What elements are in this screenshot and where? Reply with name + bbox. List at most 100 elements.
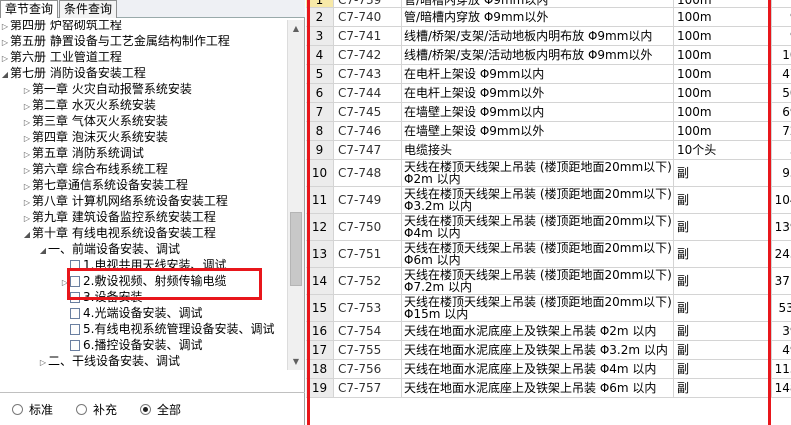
cell-price: 475.	[772, 65, 791, 83]
scroll-down-icon[interactable]: ▼	[288, 353, 304, 370]
scroll-up-icon[interactable]: ▲	[288, 20, 304, 37]
cell-name: 线槽/桥架/支架/活动地板内明布放 Φ9mm以外	[402, 46, 674, 64]
cell-no: 14	[306, 268, 334, 294]
table-row[interactable]: 19C7-757天线在地面水泥底座上及铁架上吊装 Φ6m 以内副1484.	[306, 379, 791, 398]
cell-unit: 100m	[674, 84, 772, 102]
expand-arrow-icon[interactable]: ◢	[38, 242, 48, 260]
radio-dot-icon	[76, 404, 87, 415]
cell-name: 天线在楼顶天线架上吊装 (楼顶距地面20mm以下) Φ6m 以内	[402, 241, 674, 267]
cell-code: C7-743	[334, 65, 402, 83]
tree-node-label: 第六章 综合布线系统工程	[32, 162, 168, 176]
cell-code: C7-754	[334, 322, 402, 340]
cell-no: 11	[306, 187, 334, 213]
cell-price: 3713.	[772, 268, 791, 294]
cell-code: C7-745	[334, 103, 402, 121]
table-row[interactable]: 10 C7-748 天线在楼顶天线架上吊装 (楼顶距地面20mm以下) Φ2m 以内…	[306, 160, 791, 187]
cell-unit: 副	[674, 341, 772, 359]
quota-grid: 1C7-739管/暗槽内穿放 Φ9mm以内100m74.2C7-740管/暗槽内…	[306, 0, 791, 425]
tab-chapter-query[interactable]: 章节查询	[0, 0, 58, 18]
cell-unit: 100m	[674, 103, 772, 121]
cell-code: C7-747	[334, 141, 402, 159]
cell-unit: 100m	[674, 46, 772, 64]
cell-name: 在电杆上架设 Φ9mm以外	[402, 84, 674, 102]
tab-condition-query[interactable]: 条件查询	[59, 0, 117, 18]
cell-code: C7-746	[334, 122, 402, 140]
cell-no: 2	[306, 8, 334, 26]
chapter-tree: ▷ 第四册 炉窑砌筑工程 ▷ 第五册 静置设备与工艺金属结构制作工程 ▷ 第六册 工业管道…	[0, 20, 287, 370]
table-row[interactable]: 4C7-742线槽/桥架/支架/活动地板内明布放 Φ9mm以外100m108.	[306, 46, 791, 65]
cell-code: C7-749	[334, 187, 402, 213]
cell-name: 电缆接头	[402, 141, 674, 159]
tree-node-label: 第七章通信系统设备安装工程	[32, 178, 189, 192]
table-row[interactable]: 11 C7-749 天线在楼顶天线架上吊装 (楼顶距地面20mm以下) Φ3.2m …	[306, 187, 791, 214]
cell-code: C7-757	[334, 379, 402, 397]
tree-node[interactable]: ▷ 二、干线设备安装、调试	[38, 352, 180, 370]
chapter-panel: 章节查询 条件查询 ▷ 第四册 炉窑砌筑工程 ▷ 第五册 静置设备与工艺金属结构制作工…	[0, 0, 305, 425]
cell-code: C7-748	[334, 160, 402, 186]
tree-node-label: 第二章 水灭火系统安装	[32, 98, 156, 112]
radio-standard[interactable]: 标准	[12, 403, 53, 417]
table-row[interactable]: 3C7-741线槽/桥架/支架/活动地板内明布放 Φ9mm以内100m97.	[306, 27, 791, 46]
document-icon	[70, 324, 80, 335]
tree-node-label: 3.设备安装	[83, 290, 143, 304]
cell-name: 天线在楼顶天线架上吊装 (楼顶距地面20mm以下) Φ4m 以内	[402, 214, 674, 240]
table-row[interactable]: 1C7-739管/暗槽内穿放 Φ9mm以内100m74.	[306, 0, 791, 8]
table-row[interactable]: 9C7-747电缆接头10个头37.	[306, 141, 791, 160]
table-row[interactable]: 14 C7-752 天线在楼顶天线架上吊装 (楼顶距地面20mm以下) Φ7.2m …	[306, 268, 791, 295]
radio-supplement[interactable]: 补充	[76, 403, 117, 417]
table-row[interactable]: 16C7-754天线在地面水泥底座上及铁架上吊装 Φ2m 以内副396.	[306, 322, 791, 341]
cell-code: C7-744	[334, 84, 402, 102]
cell-no: 10	[306, 160, 334, 186]
collapse-arrow-icon[interactable]: ▷	[38, 354, 48, 370]
cell-unit: 100m	[674, 27, 772, 45]
query-tabs: 章节查询 条件查询	[0, 0, 305, 18]
cell-unit: 100m	[674, 122, 772, 140]
cell-code: C7-753	[334, 295, 402, 321]
cell-price: 97.	[772, 27, 791, 45]
table-row[interactable]: 12 C7-750 天线在楼顶天线架上吊装 (楼顶距地面20mm以下) Φ4m 以内…	[306, 214, 791, 241]
tree-node-label: 第八章 计算机网络系统设备安装工程	[32, 194, 228, 208]
scroll-thumb[interactable]	[290, 212, 302, 286]
cell-unit: 副	[674, 379, 772, 397]
cell-name: 天线在楼顶天线架上吊装 (楼顶距地面20mm以下) Φ2m 以内	[402, 160, 674, 186]
table-row[interactable]: 15 C7-753 天线在楼顶天线架上吊装 (楼顶距地面20mm以下) Φ15m 以…	[306, 295, 791, 322]
cell-no: 5	[306, 65, 334, 83]
cell-name: 在电杆上架设 Φ9mm以内	[402, 65, 674, 83]
document-icon	[70, 276, 80, 287]
cell-price: 1484.	[772, 379, 791, 397]
tree-scrollbar[interactable]: ▲ ▼	[287, 20, 304, 370]
cell-name: 天线在楼顶天线架上吊装 (楼顶距地面20mm以下) Φ3.2m 以内	[402, 187, 674, 213]
cell-price: 695.	[772, 103, 791, 121]
document-icon	[70, 340, 80, 351]
table-row[interactable]: 6C7-744在电杆上架设 Φ9mm以外100m504.	[306, 84, 791, 103]
tree-node-label: 第五章 消防系统调试	[32, 146, 144, 160]
table-row[interactable]: 7C7-745在墙壁上架设 Φ9mm以内100m695.	[306, 103, 791, 122]
tree-node-label: 4.光端设备安装、调试	[83, 306, 203, 320]
table-row[interactable]: 8C7-746在墙壁上架设 Φ9mm以外100m723.	[306, 122, 791, 141]
radio-dot-icon	[12, 404, 23, 415]
table-row[interactable]: 2C7-740管/暗槽内穿放 Φ9mm以外100m97.	[306, 8, 791, 27]
tree-node-label: 2.敷设视频、射频传输电缆	[83, 274, 227, 288]
cell-price: 504.	[772, 84, 791, 102]
cell-code: C7-756	[334, 360, 402, 378]
document-icon	[70, 308, 80, 319]
cell-name: 天线在地面水泥底座上及铁架上吊装 Φ4m 以内	[402, 360, 674, 378]
cell-unit: 副	[674, 322, 772, 340]
table-row[interactable]: 13 C7-751 天线在楼顶天线架上吊装 (楼顶距地面20mm以下) Φ6m 以内…	[306, 241, 791, 268]
cell-price: 723.	[772, 122, 791, 140]
cell-name: 天线在楼顶天线架上吊装 (楼顶距地面20mm以下) Φ15m 以内	[402, 295, 674, 321]
radio-all[interactable]: 全部	[140, 403, 181, 417]
cell-price: 396.	[772, 322, 791, 340]
cell-price: 74.	[772, 0, 791, 7]
table-row[interactable]: 5C7-743在电杆上架设 Φ9mm以内100m475.	[306, 65, 791, 84]
cell-no: 12	[306, 214, 334, 240]
tree-node-label: 第三章 气体灭火系统安装	[32, 114, 168, 128]
tree-node-label: 第九章 建筑设备监控系统安装工程	[32, 210, 216, 224]
tree-node-label: 二、干线设备安装、调试	[48, 354, 181, 368]
expand-arrow-icon[interactable]: ◢	[0, 66, 10, 84]
expand-arrow-icon[interactable]: ◢	[22, 226, 32, 244]
cell-unit: 100m	[674, 65, 772, 83]
table-row[interactable]: 17C7-755天线在地面水泥底座上及铁架上吊装 Φ3.2m 以内副491.	[306, 341, 791, 360]
cell-name: 天线在地面水泥底座上及铁架上吊装 Φ6m 以内	[402, 379, 674, 397]
table-row[interactable]: 18C7-756天线在地面水泥底座上及铁架上吊装 Φ4m 以内副1154.	[306, 360, 791, 379]
